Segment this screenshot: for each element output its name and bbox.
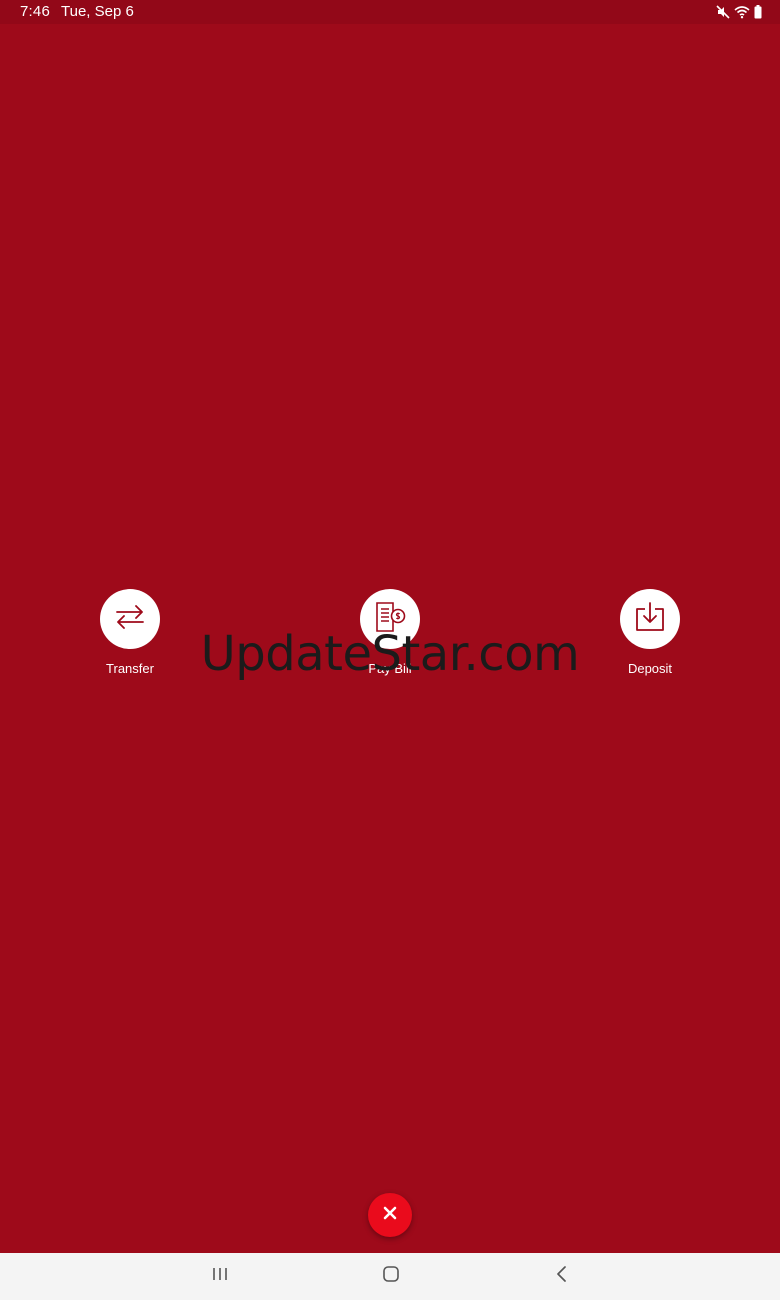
status-date: Tue, Sep 6 (61, 3, 134, 20)
transfer-label: Transfer (106, 661, 154, 676)
transfer-arrows-icon (114, 603, 146, 636)
status-icons (716, 4, 762, 20)
home-icon (382, 1265, 400, 1288)
transfer-action[interactable]: Transfer (70, 589, 190, 676)
deposit-icon (634, 601, 666, 638)
pay-bill-label: Pay Bill (368, 661, 412, 676)
recent-apps-icon (211, 1266, 229, 1287)
battery-icon (754, 5, 762, 19)
mute-icon (716, 5, 730, 19)
status-time: 7:46 (20, 3, 50, 20)
close-button[interactable] (368, 1193, 412, 1237)
back-icon (555, 1265, 569, 1288)
pay-bill-button[interactable] (360, 589, 420, 649)
close-icon (382, 1205, 398, 1226)
navigation-bar (0, 1253, 780, 1300)
deposit-button[interactable] (620, 589, 680, 649)
deposit-label: Deposit (627, 661, 673, 676)
transfer-button[interactable] (100, 589, 160, 649)
wifi-icon (734, 5, 750, 19)
bill-icon (373, 601, 407, 638)
back-button[interactable] (532, 1253, 592, 1300)
deposit-action[interactable]: Deposit (590, 589, 710, 676)
pay-bill-action[interactable]: Pay Bill (330, 589, 450, 676)
recent-apps-button[interactable] (190, 1253, 250, 1300)
status-bar: 7:46 Tue, Sep 6 (0, 0, 780, 24)
home-button[interactable] (361, 1253, 421, 1300)
